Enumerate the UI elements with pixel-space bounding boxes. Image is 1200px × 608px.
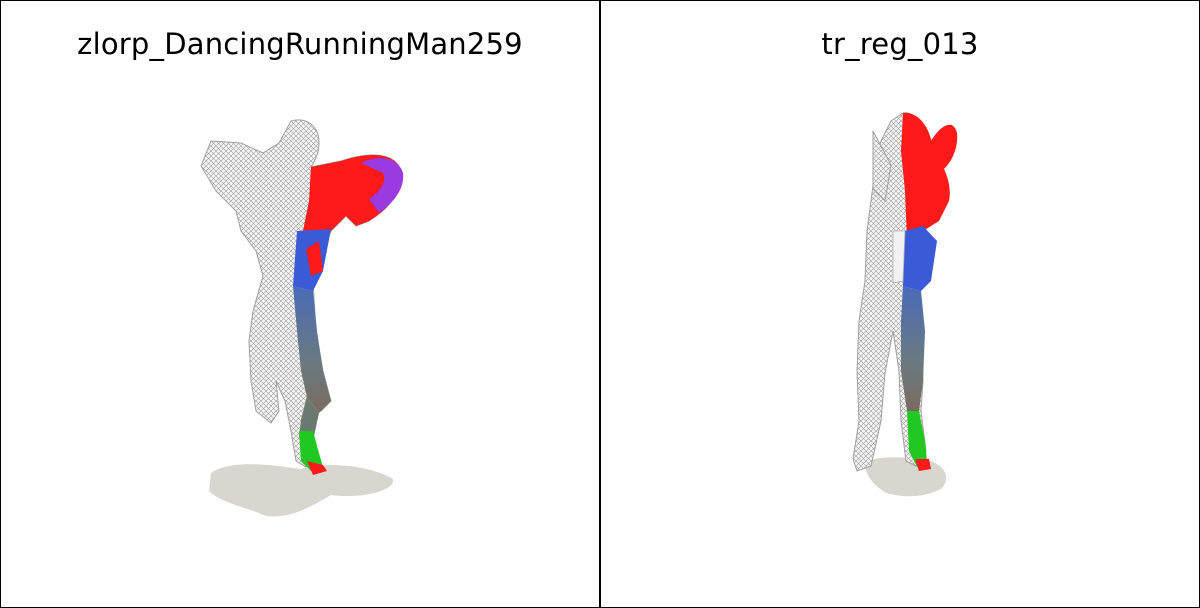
right-mesh-render xyxy=(852,112,958,497)
right-panel: tr_reg_013 xyxy=(601,1,1199,607)
left-panel-title: zlorp_DancingRunningMan259 xyxy=(77,27,523,61)
left-mesh-render xyxy=(200,119,404,517)
right-panel-title: tr_reg_013 xyxy=(821,27,979,61)
left-panel: zlorp_DancingRunningMan259 xyxy=(1,1,599,607)
right-ground-shadow xyxy=(865,457,947,497)
left-ground-shadow xyxy=(209,464,394,517)
